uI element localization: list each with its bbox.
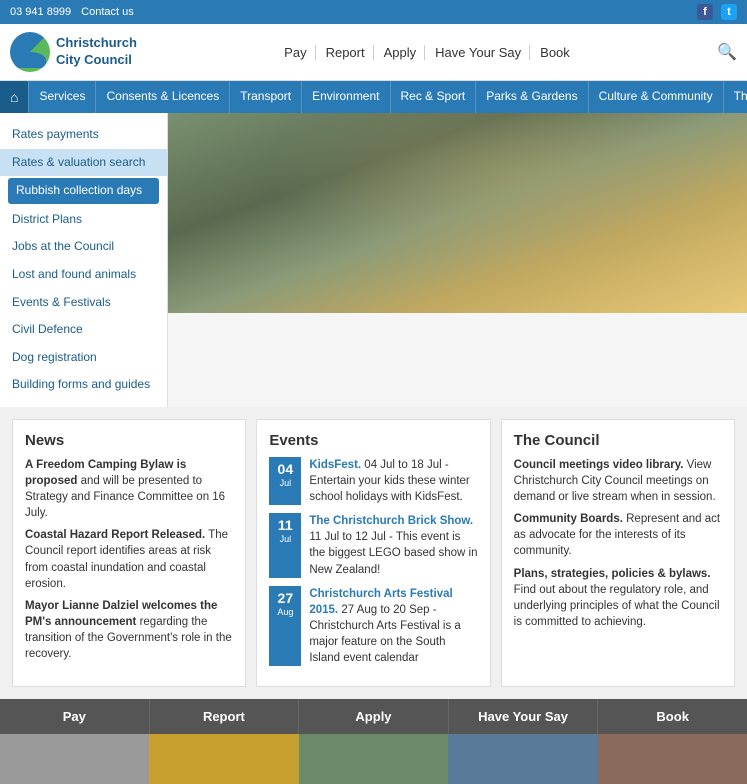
event-item-2: 11 Jul The Christchurch Brick Show. 11 J…: [269, 513, 477, 577]
news-title: News: [25, 432, 233, 449]
council-item-2: Community Boards. Represent and act as a…: [514, 511, 722, 559]
footer-nav-apply[interactable]: Apply: [299, 699, 449, 734]
sidebar-rates-payments[interactable]: Rates payments: [0, 121, 167, 149]
event-item-1: 04 Jul KidsFest. 04 Jul to 18 Jul - Ente…: [269, 457, 477, 505]
nav-culture[interactable]: Culture & Community: [588, 81, 723, 113]
event-date-1: 04 Jul: [269, 457, 301, 505]
council-headline-3: Plans, strategies, policies & bylaws.: [514, 568, 711, 580]
nav-report[interactable]: Report: [318, 45, 374, 60]
footer-nav-book[interactable]: Book: [598, 699, 747, 734]
logo[interactable]: Christchurch City Council: [10, 32, 137, 72]
footer-nav-have-your-say[interactable]: Have Your Say: [449, 699, 599, 734]
council-headline-2: Community Boards.: [514, 513, 623, 525]
sidebar-dog-registration[interactable]: Dog registration: [0, 344, 167, 372]
sidebar-district-plans[interactable]: District Plans: [0, 206, 167, 234]
nav-pay[interactable]: Pay: [276, 45, 315, 60]
search-icon[interactable]: 🔍: [717, 42, 737, 62]
logo-text: Christchurch City Council: [56, 35, 137, 69]
council-item-3: Plans, strategies, policies & bylaws. Fi…: [514, 566, 722, 630]
footer-nav-report[interactable]: Report: [150, 699, 300, 734]
home-nav-button[interactable]: ⌂: [0, 81, 28, 113]
council-rest-3: Find out about the regulatory role, and …: [514, 584, 720, 628]
news-item-1: A Freedom Camping Bylaw is proposed and …: [25, 457, 233, 521]
nav-services[interactable]: Services: [28, 81, 95, 113]
sidebar-rates-valuation[interactable]: Rates & valuation search: [0, 149, 167, 177]
cards-section: News A Freedom Camping Bylaw is proposed…: [0, 407, 747, 699]
event-desc-2: The Christchurch Brick Show. 11 Jul to 1…: [309, 513, 477, 577]
content-area: Rates payments Rates & valuation search …: [0, 113, 747, 407]
nav-consents[interactable]: Consents & Licences: [95, 81, 229, 113]
council-headline-1: Council meetings video library.: [514, 459, 684, 471]
footer-nav-pay[interactable]: Pay: [0, 699, 150, 734]
facebook-icon[interactable]: f: [697, 4, 713, 20]
nav-rebuild[interactable]: The Rebuild: [723, 81, 747, 113]
bottom-image-4: [448, 734, 597, 784]
top-bar: 03 941 8999 Contact us f t: [0, 0, 747, 24]
top-bar-right: f t: [697, 4, 737, 20]
twitter-icon[interactable]: t: [721, 4, 737, 20]
nav-book[interactable]: Book: [532, 45, 578, 60]
event-desc-3: Christchurch Arts Festival 2015. 27 Aug …: [309, 586, 477, 666]
nav-apply[interactable]: Apply: [376, 45, 426, 60]
council-item-1: Council meetings video library. View Chr…: [514, 457, 722, 505]
bottom-strip: [0, 734, 747, 784]
sidebar: Rates payments Rates & valuation search …: [0, 113, 168, 407]
nav-environment[interactable]: Environment: [301, 81, 389, 113]
main-nav: ⌂ Services Consents & Licences Transport…: [0, 81, 747, 113]
sidebar-jobs[interactable]: Jobs at the Council: [0, 233, 167, 261]
nav-transport[interactable]: Transport: [229, 81, 301, 113]
bottom-image-1: [0, 734, 149, 784]
header-nav: Pay Report Apply Have Your Say Book: [137, 45, 717, 60]
header: Christchurch City Council Pay Report App…: [0, 24, 747, 81]
event-desc-1: KidsFest. 04 Jul to 18 Jul - Entertain y…: [309, 457, 477, 505]
nav-rec-sport[interactable]: Rec & Sport: [390, 81, 476, 113]
phone-number: 03 941 8999: [10, 6, 71, 18]
sidebar-events-festivals[interactable]: Events & Festivals: [0, 289, 167, 317]
sidebar-civil-defence[interactable]: Civil Defence: [0, 316, 167, 344]
bottom-image-2: [149, 734, 298, 784]
event-item-3: 27 Aug Christchurch Arts Festival 2015. …: [269, 586, 477, 666]
sidebar-lost-found[interactable]: Lost and found animals: [0, 261, 167, 289]
news-headline-2: Coastal Hazard Report Released.: [25, 529, 205, 541]
events-title: Events: [269, 432, 477, 449]
sidebar-rubbish[interactable]: Rubbish collection days: [8, 178, 159, 204]
event-date-2: 11 Jul: [269, 513, 301, 577]
event-date-3: 27 Aug: [269, 586, 301, 666]
top-bar-left: 03 941 8999 Contact us: [10, 6, 134, 18]
logo-image: [10, 32, 50, 72]
nav-have-your-say[interactable]: Have Your Say: [427, 45, 530, 60]
nav-parks[interactable]: Parks & Gardens: [475, 81, 587, 113]
bottom-image-3: [299, 734, 448, 784]
council-card: The Council Council meetings video libra…: [501, 419, 735, 687]
sidebar-building-forms[interactable]: Building forms and guides: [0, 371, 167, 399]
events-card: Events 04 Jul KidsFest. 04 Jul to 18 Jul…: [256, 419, 490, 687]
bottom-image-5: [598, 734, 747, 784]
news-item-2: Coastal Hazard Report Released. The Coun…: [25, 527, 233, 591]
contact-link[interactable]: Contact us: [81, 6, 134, 18]
search-area: 🔍: [717, 42, 737, 62]
home-icon: ⌂: [10, 89, 18, 105]
news-card: News A Freedom Camping Bylaw is proposed…: [12, 419, 246, 687]
footer-nav: Pay Report Apply Have Your Say Book: [0, 699, 747, 734]
news-item-3: Mayor Lianne Dalziel welcomes the PM's a…: [25, 598, 233, 662]
hero-image: [168, 113, 747, 313]
council-title: The Council: [514, 432, 722, 449]
